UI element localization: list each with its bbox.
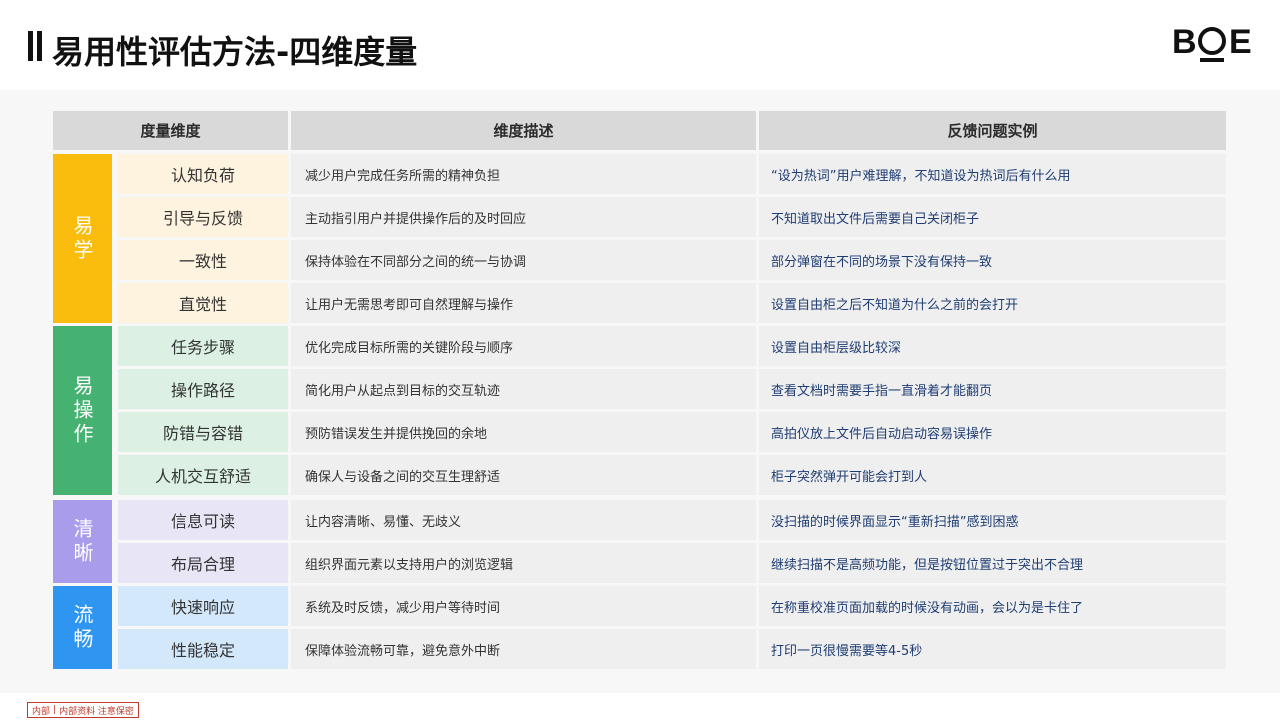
dimension-cell: 防错与容错 bbox=[118, 412, 288, 452]
example-cell: 高拍仪放上文件后自动启动容易误操作 bbox=[759, 412, 1226, 452]
example-cell: 在称重校准页面加载的时候没有动画，会以为是卡住了 bbox=[759, 586, 1226, 626]
example-cell: 继续扫描不是高频功能，但是按钮位置过于突出不合理 bbox=[759, 543, 1226, 583]
dimension-cell: 快速响应 bbox=[118, 586, 288, 626]
logo-letter-e: E bbox=[1229, 23, 1252, 61]
example-cell: 部分弹窗在不同的场景下没有保持一致 bbox=[759, 240, 1226, 280]
tag-sub: 内部资料 注意保密 bbox=[59, 706, 134, 717]
group-cell: 易操作 bbox=[53, 326, 112, 495]
dimension-cell: 直觉性 bbox=[118, 283, 288, 323]
example-cell: “设为热词”用户难理解，不知道设为热词后有什么用 bbox=[759, 154, 1226, 194]
logo-letter-o bbox=[1198, 27, 1226, 55]
description-cell: 简化用户从起点到目标的交互轨迹 bbox=[291, 369, 756, 409]
page-title: 易用性评估方法-四维度量 bbox=[52, 33, 418, 71]
dimension-cell: 信息可读 bbox=[118, 500, 288, 540]
example-cell: 查看文档时需要手指一直滑着才能翻页 bbox=[759, 369, 1226, 409]
description-cell: 确保人与设备之间的交互生理舒适 bbox=[291, 455, 756, 495]
example-cell: 打印一页很慢需要等4-5秒 bbox=[759, 629, 1226, 669]
header-description: 维度描述 bbox=[291, 111, 756, 150]
confidential-tag: 内部 | 内部资料 注意保密 bbox=[27, 702, 139, 718]
dimension-cell: 任务步骤 bbox=[118, 326, 288, 366]
dimension-cell: 人机交互舒适 bbox=[118, 455, 288, 495]
example-cell: 设置自由柜之后不知道为什么之前的会打开 bbox=[759, 283, 1226, 323]
header-example: 反馈问题实例 bbox=[759, 111, 1226, 150]
description-cell: 优化完成目标所需的关键阶段与顺序 bbox=[291, 326, 756, 366]
description-cell: 组织界面元素以支持用户的浏览逻辑 bbox=[291, 543, 756, 583]
logo-underline bbox=[1200, 58, 1224, 62]
dimension-cell: 引导与反馈 bbox=[118, 197, 288, 237]
description-cell: 主动指引用户并提供操作后的及时回应 bbox=[291, 197, 756, 237]
dimension-cell: 一致性 bbox=[118, 240, 288, 280]
description-cell: 减少用户完成任务所需的精神负担 bbox=[291, 154, 756, 194]
description-cell: 保障体验流畅可靠，避免意外中断 bbox=[291, 629, 756, 669]
example-cell: 不知道取出文件后需要自己关闭柜子 bbox=[759, 197, 1226, 237]
description-cell: 让内容清晰、易懂、无歧义 bbox=[291, 500, 756, 540]
dimension-cell: 布局合理 bbox=[118, 543, 288, 583]
example-cell: 设置自由柜层级比较深 bbox=[759, 326, 1226, 366]
group-cell: 易学 bbox=[53, 154, 112, 323]
boe-logo: B E bbox=[1172, 22, 1254, 64]
header-dimension: 度量维度 bbox=[53, 111, 288, 150]
tag-separator: | bbox=[53, 705, 57, 715]
example-cell: 没扫描的时候界面显示“重新扫描”感到困惑 bbox=[759, 500, 1226, 540]
header: 易用性评估方法-四维度量 B E bbox=[0, 0, 1280, 90]
description-cell: 预防错误发生并提供挽回的余地 bbox=[291, 412, 756, 452]
description-cell: 让用户无需思考即可自然理解与操作 bbox=[291, 283, 756, 323]
dimension-cell: 操作路径 bbox=[118, 369, 288, 409]
dimension-cell: 性能稳定 bbox=[118, 629, 288, 669]
description-cell: 系统及时反馈，减少用户等待时间 bbox=[291, 586, 756, 626]
group-cell: 清晰 bbox=[53, 500, 112, 583]
dimension-cell: 认知负荷 bbox=[118, 154, 288, 194]
example-cell: 柜子突然弹开可能会打到人 bbox=[759, 455, 1226, 495]
tag-main: 内部 bbox=[32, 706, 51, 717]
description-cell: 保持体验在不同部分之间的统一与协调 bbox=[291, 240, 756, 280]
group-cell: 流畅 bbox=[53, 586, 112, 669]
title-bar-marker bbox=[28, 31, 46, 61]
logo-letter-b: B bbox=[1172, 23, 1197, 61]
